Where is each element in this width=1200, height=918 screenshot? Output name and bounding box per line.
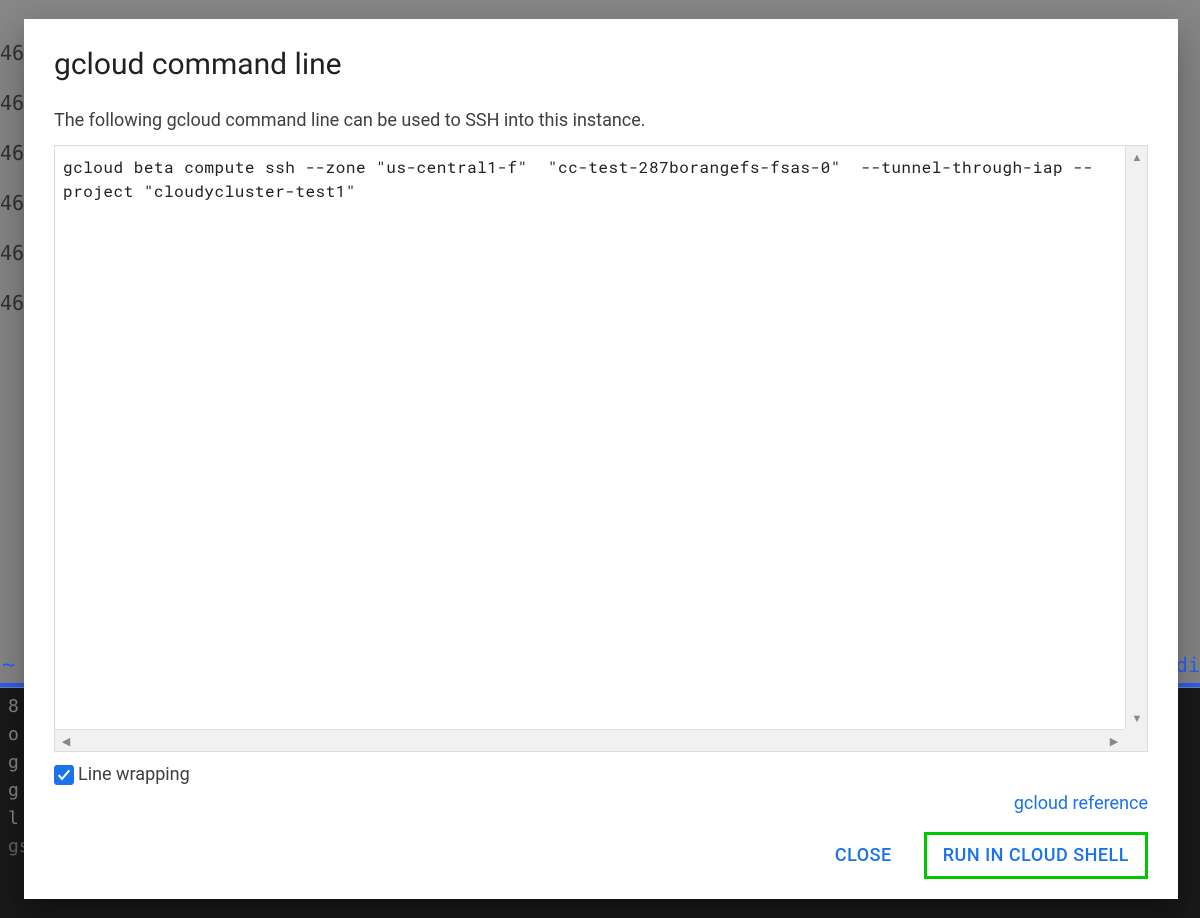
bg-tilde: ~: [2, 653, 15, 678]
scroll-left-icon[interactable]: ◀: [55, 730, 77, 752]
command-textarea[interactable]: gcloud beta compute ssh --zone "us-centr…: [54, 145, 1148, 752]
close-button[interactable]: CLOSE: [817, 833, 910, 878]
horizontal-scrollbar[interactable]: ◀ ▶: [55, 729, 1125, 751]
modal-button-row: CLOSE RUN IN CLOUD SHELL: [54, 832, 1148, 879]
modal-title: gcloud command line: [54, 47, 1148, 82]
scroll-up-icon[interactable]: ▲: [1126, 146, 1148, 168]
line-wrapping-checkbox[interactable]: [54, 765, 74, 785]
scroll-down-icon[interactable]: ▼: [1126, 707, 1148, 729]
line-wrapping-row: Line wrapping: [54, 764, 1148, 785]
vertical-scrollbar[interactable]: ▲ ▼: [1125, 146, 1147, 729]
line-wrapping-label: Line wrapping: [78, 764, 190, 785]
modal-description: The following gcloud command line can be…: [54, 110, 1148, 131]
bg-line-numbers: 46 46 46 46 46 46: [0, 28, 24, 328]
bg-right-text: di: [1176, 653, 1200, 677]
run-in-cloud-shell-button[interactable]: RUN IN CLOUD SHELL: [924, 832, 1148, 879]
gcloud-command-modal: gcloud command line The following gcloud…: [24, 19, 1178, 899]
command-text: gcloud beta compute ssh --zone "us-centr…: [55, 146, 1147, 751]
gcloud-reference-link[interactable]: gcloud reference: [1014, 793, 1148, 814]
scroll-right-icon[interactable]: ▶: [1103, 730, 1125, 752]
scroll-corner: [1125, 729, 1147, 751]
checkmark-icon: [56, 767, 72, 783]
